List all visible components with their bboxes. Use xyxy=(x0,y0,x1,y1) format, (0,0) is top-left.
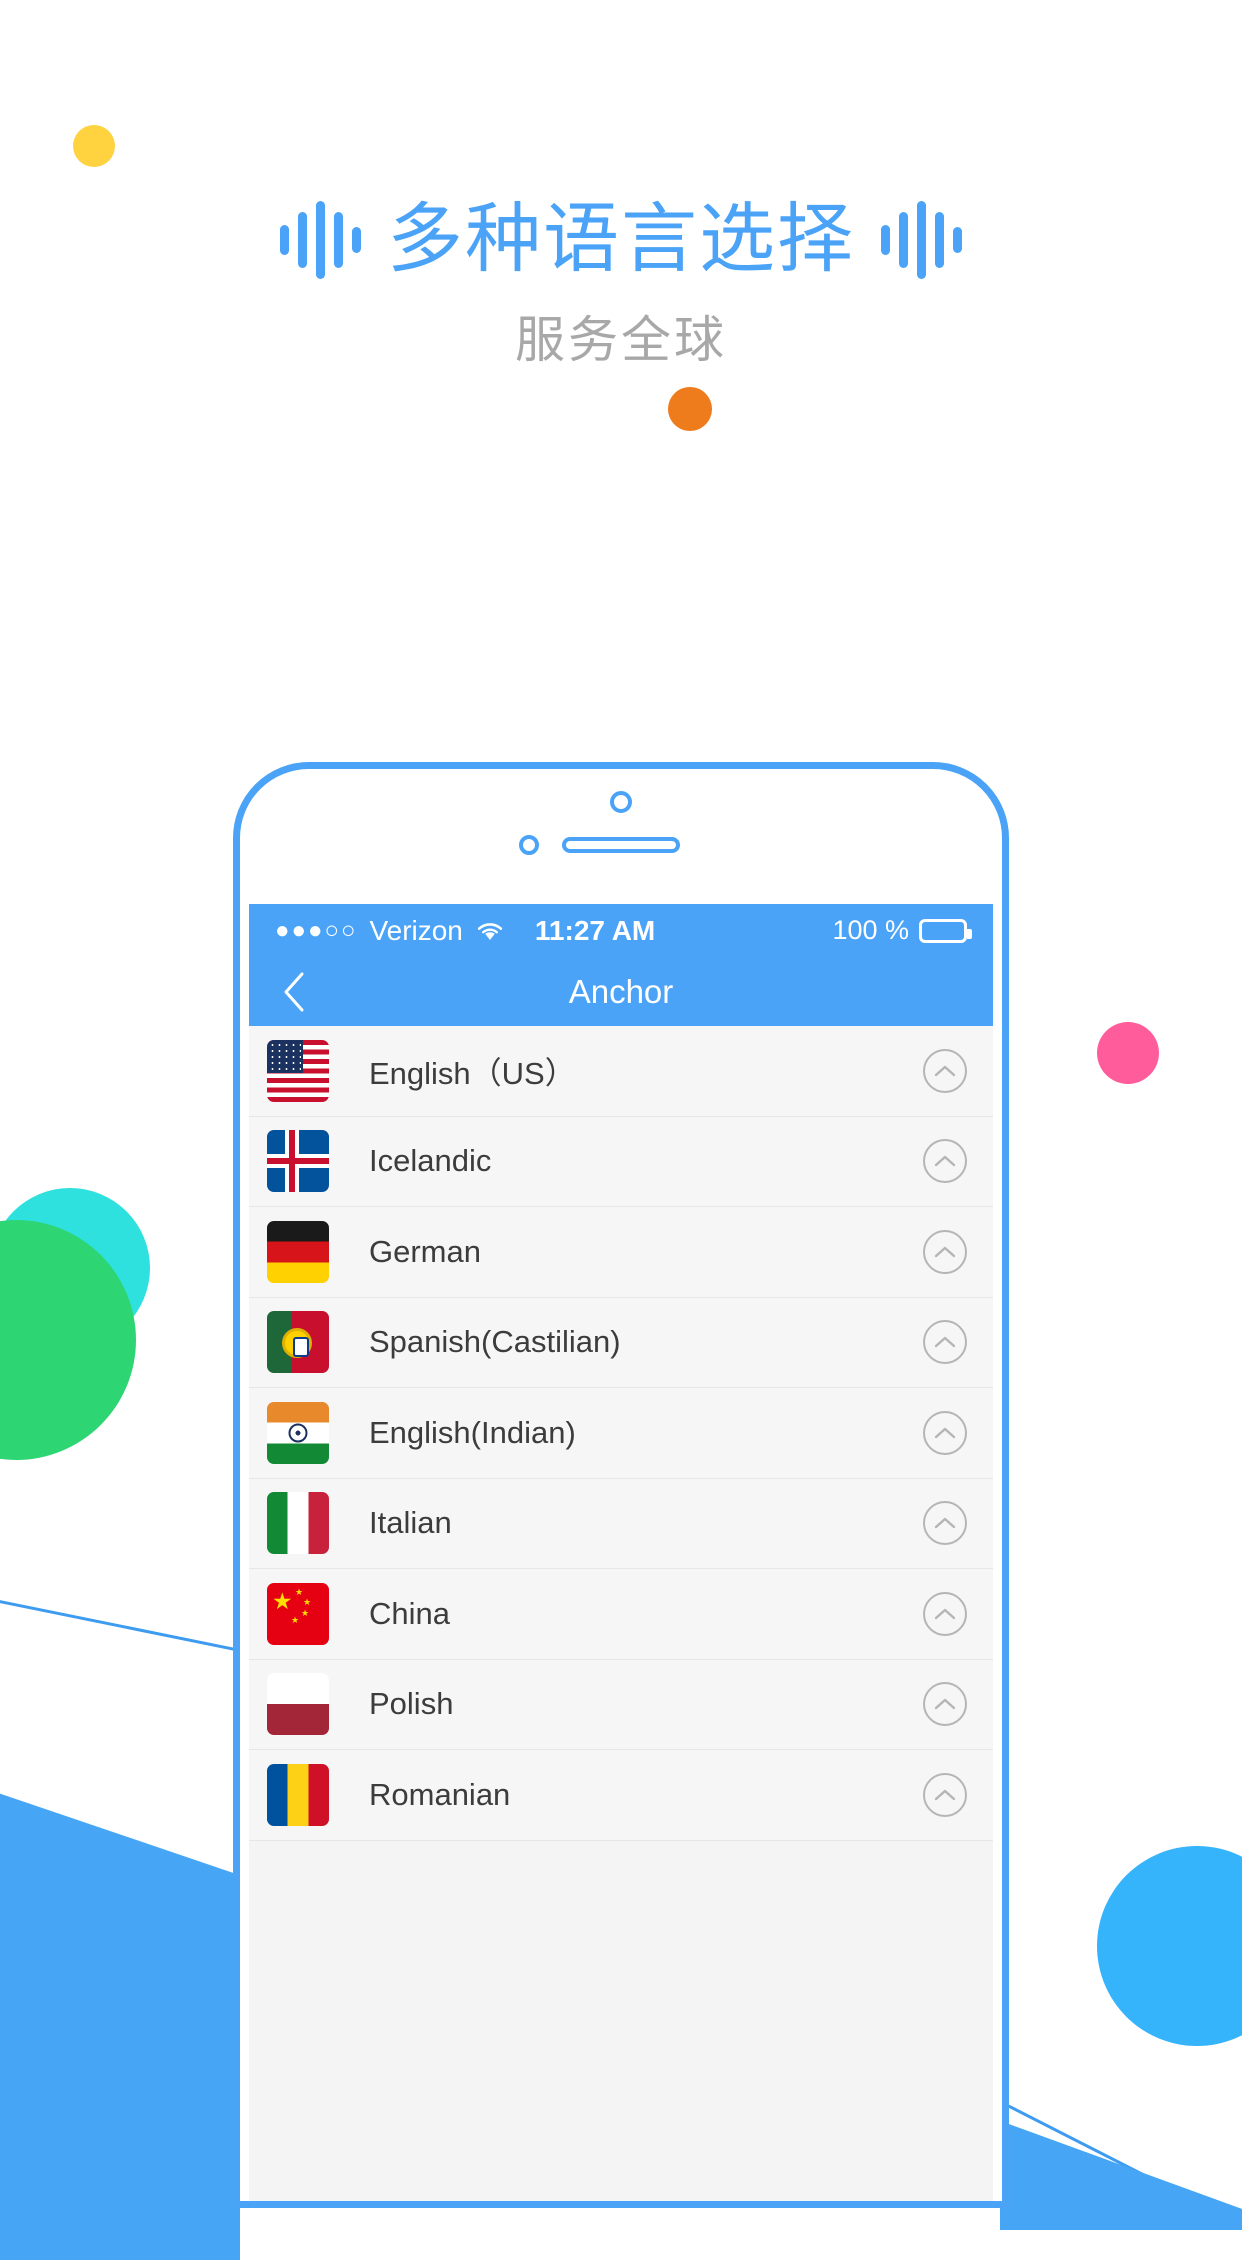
language-label: German xyxy=(369,1233,481,1269)
flag-poland-icon xyxy=(267,1673,329,1736)
table-row[interactable]: Icelandic xyxy=(249,1116,993,1207)
chevron-up-circle-icon[interactable] xyxy=(923,1591,967,1636)
flag-germany-icon xyxy=(267,1220,329,1283)
soundwave-icon-right xyxy=(881,198,962,282)
chevron-up-circle-icon[interactable] xyxy=(923,1139,967,1184)
flag-india-icon xyxy=(267,1401,329,1464)
wifi-icon xyxy=(475,920,505,942)
chevron-up-circle-icon[interactable] xyxy=(923,1682,967,1727)
phone-screen: ●●●○○ Verizon 11:27 AM 100 % Anchor Engl… xyxy=(249,904,993,2201)
language-label: Icelandic xyxy=(369,1143,492,1179)
decor-dot-yellow xyxy=(73,125,115,167)
table-row[interactable]: Polish xyxy=(249,1659,993,1750)
flag-us-icon xyxy=(267,1039,329,1102)
clock-label: 11:27 AM xyxy=(534,914,656,946)
page-subtitle: 服务全球 xyxy=(515,312,727,368)
headline-row: 多种语言选择 xyxy=(0,198,1242,282)
nav-bar: Anchor xyxy=(249,957,993,1026)
decor-wedge-bottom-left xyxy=(0,1786,240,2260)
page-title: 多种语言选择 xyxy=(387,197,855,283)
status-bar: ●●●○○ Verizon 11:27 AM 100 % xyxy=(249,904,993,957)
carrier-label: Verizon xyxy=(369,914,463,946)
flag-china-icon: ★ ★ ★ ★ ★ xyxy=(267,1582,329,1645)
flag-italy-icon xyxy=(267,1492,329,1555)
earpiece-speaker-icon xyxy=(562,837,680,853)
table-row[interactable]: Italian xyxy=(249,1478,993,1569)
flag-portugal-icon xyxy=(267,1311,329,1374)
decor-dot-orange xyxy=(668,387,712,431)
decor-line-bottom-left xyxy=(0,1596,242,1736)
chevron-up-circle-icon[interactable] xyxy=(923,1229,967,1274)
phone-mockup: ●●●○○ Verizon 11:27 AM 100 % Anchor Engl… xyxy=(233,762,1009,2208)
chevron-up-circle-icon[interactable] xyxy=(923,1501,967,1546)
language-label: Spanish(Castilian) xyxy=(369,1324,621,1360)
table-row[interactable]: ★ ★ ★ ★ ★ China xyxy=(249,1569,993,1660)
soundwave-icon-left xyxy=(280,198,361,282)
table-row[interactable]: Romanian xyxy=(249,1750,993,1841)
language-label: English（US） xyxy=(369,1056,576,1092)
decor-dot-blue xyxy=(1097,1846,1242,2046)
chevron-up-circle-icon[interactable] xyxy=(923,1048,967,1093)
table-row[interactable]: German xyxy=(249,1207,993,1298)
battery-percent-label: 100 % xyxy=(832,915,909,945)
back-button[interactable] xyxy=(271,969,317,1015)
nav-title: Anchor xyxy=(568,972,674,1010)
table-row[interactable]: English(Indian) xyxy=(249,1388,993,1479)
phone-top-bezel xyxy=(240,769,1002,894)
language-label: Italian xyxy=(369,1505,452,1541)
status-bar-right: 100 % xyxy=(832,915,972,946)
flag-romania-icon xyxy=(267,1763,329,1826)
table-row[interactable]: English（US） xyxy=(249,1026,993,1117)
front-camera-icon xyxy=(610,791,632,813)
language-label: Romanian xyxy=(369,1776,511,1812)
proximity-sensor-icon xyxy=(519,835,539,855)
language-list[interactable]: English（US） Icelandic German Spanish(Cas… xyxy=(249,1026,993,1841)
flag-iceland-icon xyxy=(267,1130,329,1193)
language-label: Polish xyxy=(369,1686,454,1722)
signal-strength-icon: ●●●○○ xyxy=(275,916,358,944)
decor-dot-pink xyxy=(1097,1022,1159,1084)
chevron-up-circle-icon[interactable] xyxy=(923,1410,967,1455)
language-label: China xyxy=(369,1595,450,1631)
chevron-up-circle-icon[interactable] xyxy=(923,1772,967,1817)
battery-icon xyxy=(919,918,972,943)
chevron-up-circle-icon[interactable] xyxy=(923,1320,967,1365)
table-row[interactable]: Spanish(Castilian) xyxy=(249,1297,993,1388)
language-label: English(Indian) xyxy=(369,1414,576,1450)
